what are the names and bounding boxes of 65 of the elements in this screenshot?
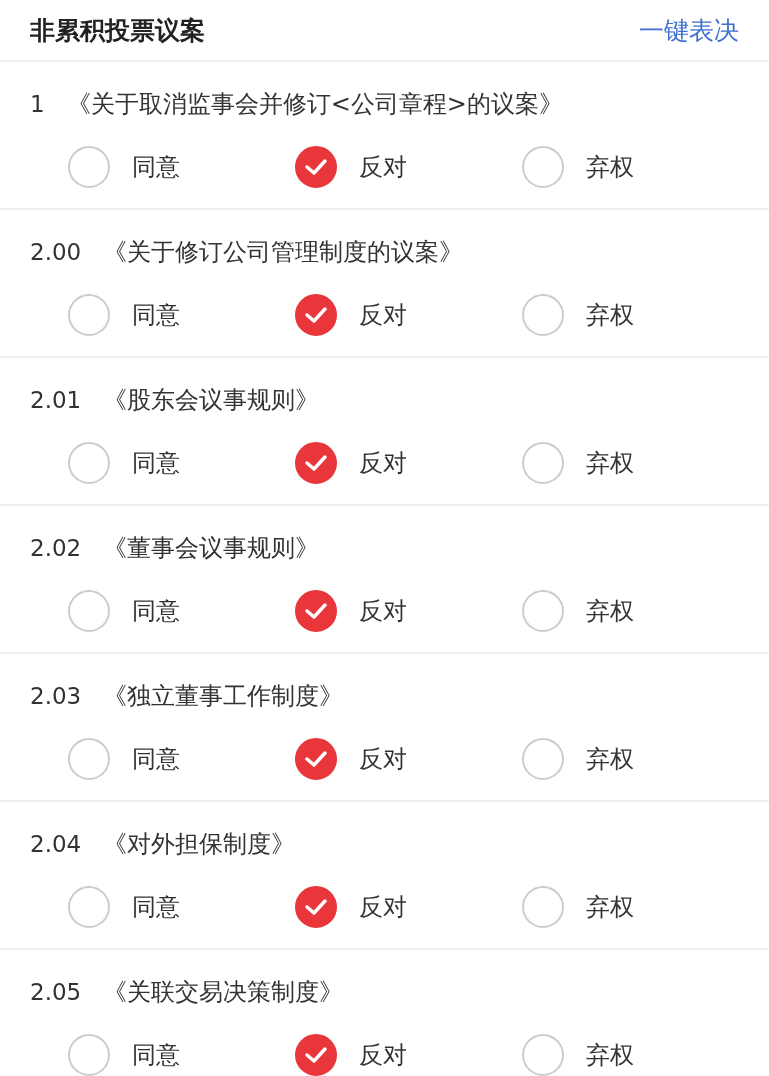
option-label[interactable]: 反对 [359,151,407,183]
check-icon [304,602,328,620]
check-icon [304,1046,328,1064]
radio-button[interactable] [522,442,564,484]
proposal-title: 《独立董事工作制度》 [103,681,344,712]
check-icon [304,158,328,176]
option-label[interactable]: 反对 [359,595,407,627]
radio-button[interactable] [522,294,564,336]
option-label[interactable]: 同意 [132,743,180,775]
option-label[interactable]: 弃权 [586,891,634,923]
option-label[interactable]: 同意 [132,151,180,183]
vote-all-link[interactable]: 一键表决 [639,13,739,47]
proposal-number: 2.02 [30,535,82,561]
option-label[interactable]: 弃权 [586,595,634,627]
proposal-title: 《股东会议事规则》 [103,385,320,416]
proposal-number: 2.03 [30,683,82,709]
option-label[interactable]: 同意 [132,1039,180,1071]
option-label[interactable]: 反对 [359,891,407,923]
radio-button[interactable] [522,590,564,632]
radio-button[interactable] [295,590,337,632]
check-icon [304,306,328,324]
proposal-number: 2.04 [30,831,82,857]
radio-button[interactable] [522,146,564,188]
radio-button[interactable] [295,442,337,484]
option-label[interactable]: 弃权 [586,151,634,183]
radio-button[interactable] [295,886,337,928]
radio-button[interactable] [68,294,110,336]
proposal-number: 1 [30,91,45,117]
proposal-title: 《对外担保制度》 [103,829,296,860]
radio-button[interactable] [522,738,564,780]
radio-button[interactable] [68,886,110,928]
proposal-title: 《关联交易决策制度》 [103,977,344,1008]
proposal-number: 2.00 [30,239,82,265]
section-title: 非累积投票议案 [30,14,205,47]
radio-button[interactable] [68,146,110,188]
radio-button[interactable] [68,738,110,780]
radio-button[interactable] [68,590,110,632]
option-label[interactable]: 弃权 [586,1039,634,1071]
proposal-title: 《董事会议事规则》 [103,533,320,564]
radio-button[interactable] [68,442,110,484]
option-label[interactable]: 弃权 [586,299,634,331]
check-icon [304,898,328,916]
proposal-title: 《关于修订公司管理制度的议案》 [103,237,464,268]
option-label[interactable]: 同意 [132,299,180,331]
radio-button[interactable] [522,1034,564,1076]
option-label[interactable]: 弃权 [586,743,634,775]
check-icon [304,454,328,472]
option-label[interactable]: 同意 [132,891,180,923]
option-label[interactable]: 反对 [359,299,407,331]
radio-button[interactable] [295,294,337,336]
check-icon [304,750,328,768]
radio-button[interactable] [295,1034,337,1076]
option-label[interactable]: 反对 [359,1039,407,1071]
radio-button[interactable] [295,738,337,780]
option-label[interactable]: 同意 [132,447,180,479]
option-label[interactable]: 反对 [359,447,407,479]
radio-button[interactable] [522,886,564,928]
option-label[interactable]: 反对 [359,743,407,775]
proposal-title: 《关于取消监事会并修订<公司章程>的议案》 [66,89,563,120]
radio-button[interactable] [68,1034,110,1076]
radio-button[interactable] [295,146,337,188]
option-label[interactable]: 同意 [132,595,180,627]
proposal-number: 2.01 [30,387,82,413]
option-label[interactable]: 弃权 [586,447,634,479]
proposal-number: 2.05 [30,979,82,1005]
